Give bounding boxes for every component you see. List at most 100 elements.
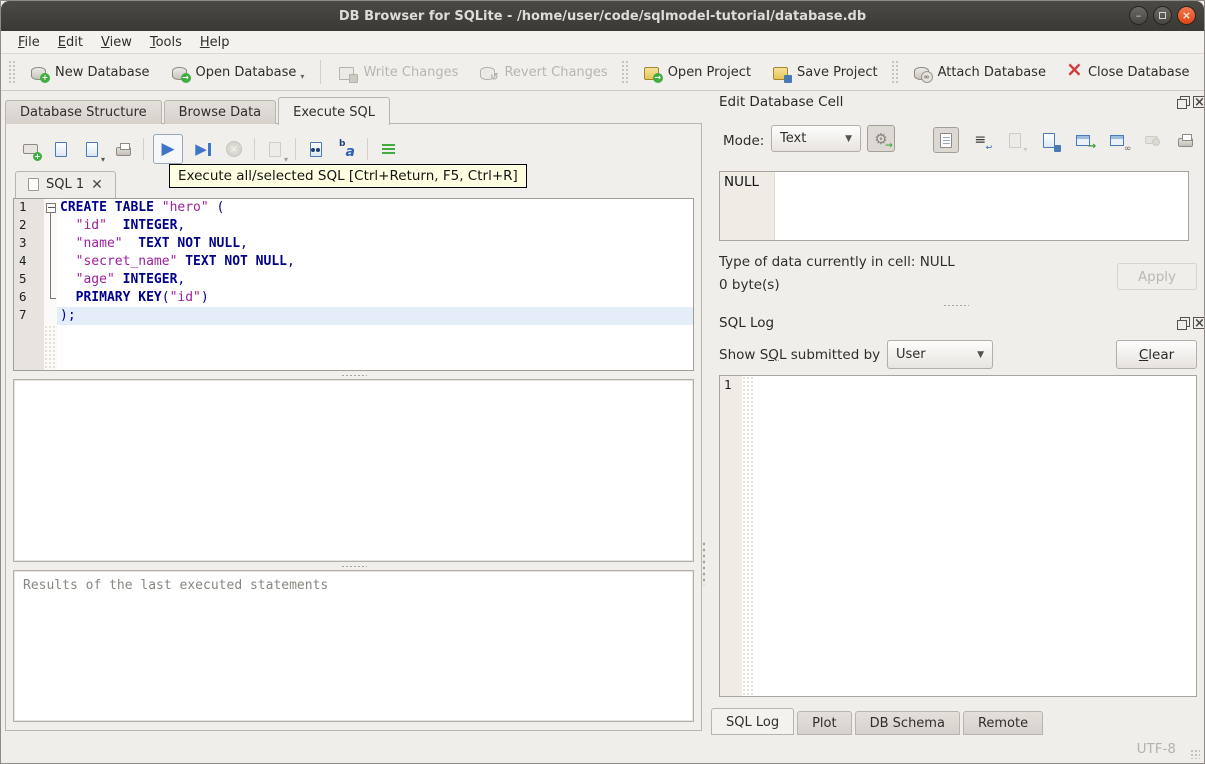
- show-sql-label: Show SQL submitted by: [719, 347, 880, 363]
- menu-item-file[interactable]: File: [9, 33, 49, 52]
- close-database-button[interactable]: Close Database: [1056, 58, 1200, 86]
- tab-database-structure[interactable]: Database Structure: [5, 100, 162, 124]
- close-tab-icon[interactable]: ✕: [91, 178, 103, 192]
- dock-tab-sql-log[interactable]: SQL Log: [711, 708, 795, 735]
- menu-item-edit[interactable]: Edit: [49, 33, 92, 52]
- find-icon[interactable]: [305, 138, 327, 160]
- code-line[interactable]: 3 "name" TEXT NOT NULL,: [14, 235, 693, 253]
- tooltip-text: Execute all/selected SQL [Ctrl+Return, F…: [178, 168, 518, 184]
- splitter-handle-icon: [340, 373, 367, 377]
- close-dock-icon[interactable]: ×: [1193, 317, 1204, 330]
- print-sql-icon[interactable]: [112, 138, 134, 160]
- code-text: "id" INTEGER,: [75, 218, 186, 233]
- execute-all-icon[interactable]: ▶: [157, 138, 179, 160]
- apply-button[interactable]: Apply: [1117, 263, 1197, 290]
- menu-item-help[interactable]: Help: [191, 33, 239, 52]
- float-dock-icon[interactable]: [1177, 317, 1190, 330]
- menu-bar: File Edit View Tools Help: [1, 31, 1204, 54]
- save-sql-file-icon[interactable]: ▾: [81, 138, 105, 164]
- code-line[interactable]: 5 "age" INTEGER,: [14, 271, 693, 289]
- open-sql-file-icon[interactable]: [50, 138, 72, 160]
- toolbar-separator: [143, 138, 144, 160]
- cell-value-editor[interactable]: NULL: [719, 171, 1189, 241]
- new-database-button[interactable]: New Database: [19, 58, 160, 86]
- open-database-label: Open Database: [195, 64, 297, 80]
- code-text: "name" TEXT NOT NULL,: [75, 236, 248, 251]
- mode-select[interactable]: Text ▼: [771, 125, 861, 152]
- code-line[interactable]: 6 PRIMARY KEY("id"): [14, 289, 693, 307]
- execute-current-line-icon[interactable]: ▶: [192, 138, 214, 160]
- open-external-icon[interactable]: →: [1070, 127, 1096, 153]
- results-message-splitter[interactable]: [13, 562, 694, 570]
- resize-grip-icon[interactable]: [1190, 749, 1200, 759]
- line-number: 4: [14, 253, 44, 271]
- code-line[interactable]: 1 CREATE TABLE "hero" (: [14, 199, 693, 217]
- format-sql-icon[interactable]: [377, 138, 399, 160]
- menu-item-tools[interactable]: Tools: [141, 33, 191, 52]
- minimize-button[interactable]: –: [1129, 6, 1148, 25]
- sql-log-filter-value: User: [896, 347, 926, 362]
- revert-changes-button[interactable]: Revert Changes: [468, 58, 617, 86]
- stop-execution-icon[interactable]: ×: [223, 138, 245, 160]
- tab-execute-sql[interactable]: Execute SQL: [278, 97, 391, 125]
- close-button[interactable]: ×: [1177, 6, 1196, 25]
- code-line[interactable]: 7);: [14, 307, 693, 325]
- import-data-icon[interactable]: ▾: [1002, 127, 1028, 154]
- dock-tab-db-schema[interactable]: DB Schema: [854, 711, 960, 735]
- encoding-indicator[interactable]: UTF-8: [1137, 741, 1176, 757]
- edit-cell-title-text: Edit Database Cell: [719, 94, 844, 110]
- sql-log-editor[interactable]: 1: [719, 375, 1197, 697]
- open-project-label: Open Project: [667, 64, 752, 80]
- toolbar-separator: [320, 60, 322, 84]
- right-panel-splitter[interactable]: [707, 301, 1204, 309]
- open-project-button[interactable]: Open Project: [632, 58, 761, 86]
- fold-margin: [44, 235, 57, 253]
- new-database-icon: [29, 63, 50, 83]
- save-results-icon[interactable]: ▾: [264, 138, 288, 164]
- close-dock-icon[interactable]: ×: [1193, 96, 1204, 109]
- open-database-button[interactable]: Open Database▾: [160, 58, 315, 86]
- tab-browse-data[interactable]: Browse Data: [163, 100, 277, 124]
- auto-complete-icon[interactable]: ba: [336, 138, 358, 160]
- log-line-number: 1: [720, 376, 742, 696]
- dock-tab-remote[interactable]: Remote: [962, 711, 1044, 735]
- write-changes-button[interactable]: Write Changes: [327, 58, 468, 86]
- export-data-icon[interactable]: [1036, 127, 1062, 153]
- auto-switch-mode-button[interactable]: ⚙: [867, 125, 895, 152]
- sql-toolbar: + ▾ ▶ ▶ × ▾ b a: [13, 131, 694, 167]
- word-wrap-icon[interactable]: ≡ ↩: [967, 127, 993, 153]
- save-project-button[interactable]: Save Project: [761, 58, 888, 86]
- menu-item-view[interactable]: View: [92, 33, 141, 52]
- fold-margin[interactable]: [44, 199, 57, 217]
- maximize-button[interactable]: [1153, 6, 1172, 25]
- attach-database-button[interactable]: Attach Database: [902, 58, 1056, 86]
- print-cell-icon[interactable]: [1173, 127, 1199, 153]
- sql-editor[interactable]: 1 CREATE TABLE "hero" (2 "id" INTEGER, 3 "…: [13, 198, 694, 371]
- results-grid-pane[interactable]: [13, 379, 694, 562]
- hovered-tool-button[interactable]: ▶: [153, 134, 183, 164]
- float-dock-icon[interactable]: [1177, 96, 1190, 109]
- cell-text-area[interactable]: [775, 172, 1188, 240]
- title-bar[interactable]: DB Browser for SQLite - /home/user/code/…: [1, 1, 1204, 31]
- text-document-icon[interactable]: [933, 127, 959, 153]
- show-sql-label-pre: Show S: [719, 347, 769, 363]
- chevron-down-icon: ▼: [977, 349, 984, 360]
- set-null-icon[interactable]: [1139, 127, 1165, 153]
- clear-log-button[interactable]: Clear: [1116, 340, 1197, 369]
- clear-button-mnemonic: C: [1138, 346, 1149, 363]
- code-line[interactable]: 2 "id" INTEGER,: [14, 217, 693, 235]
- sql-tab[interactable]: SQL 1 ✕: [15, 171, 116, 198]
- sql-log-filter-select[interactable]: User ▼: [887, 340, 993, 369]
- editor-results-splitter[interactable]: [13, 371, 694, 379]
- new-sql-tab-icon[interactable]: +: [19, 138, 42, 161]
- log-text-area[interactable]: [755, 376, 1196, 696]
- code-line[interactable]: 4 "secret_name" TEXT NOT NULL,: [14, 253, 693, 271]
- dock-tab-plot[interactable]: Plot: [797, 711, 852, 735]
- tooltip: Execute all/selected SQL [Ctrl+Return, F…: [169, 164, 527, 188]
- main-vertical-splitter[interactable]: [702, 541, 706, 585]
- sql-log-dock-title: SQL Log: [719, 315, 774, 331]
- link-data-icon[interactable]: ∞: [1104, 127, 1131, 154]
- execution-messages-pane[interactable]: Results of the last executed statements: [13, 570, 694, 722]
- fold-margin: [44, 253, 57, 271]
- toolbar-separator: [367, 138, 368, 160]
